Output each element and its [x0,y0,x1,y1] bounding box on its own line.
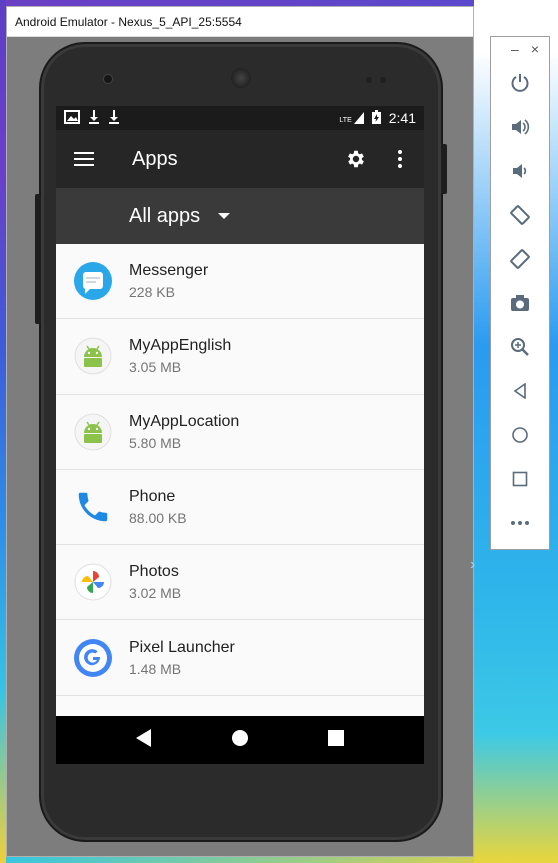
volume-down-icon[interactable] [491,149,549,193]
list-item-phone[interactable]: Phone 88.00 KB [56,470,424,546]
list-item-myappenglish[interactable]: MyAppEnglish 3.05 MB [56,319,424,395]
download-icon [88,109,100,127]
more-icon[interactable] [491,501,549,545]
app-name: MyAppEnglish [129,337,232,355]
volume-up-icon[interactable] [491,105,549,149]
photos-icon [73,562,113,602]
app-name: Pixel Launcher [129,638,235,656]
app-size: 1.48 MB [129,660,182,677]
app-size: 3.02 MB [129,585,182,602]
app-size: 3.05 MB [129,359,182,376]
back-icon[interactable] [491,369,549,413]
messenger-icon [73,261,113,301]
app-bar: Apps [56,130,424,188]
download-icon [108,109,120,127]
dropdown-arrow-icon [218,213,231,219]
list-item-messenger[interactable]: Messenger 228 KB [56,244,424,320]
app-name: Phone [129,488,176,506]
phone-device: LTE 2:41 Apps All apps Messenger 228 KB … [35,42,447,842]
page-title: Apps [132,147,178,170]
window-title: Android Emulator - Nexus_5_API_25:5554 [15,14,242,29]
app-name: Photos [129,563,179,581]
clock: 2:41 [388,110,416,126]
power-side-button [441,144,447,194]
phone-icon [73,487,113,527]
overflow-menu-icon[interactable] [378,137,422,181]
sensors [366,77,390,83]
app-name: Messenger [129,262,209,280]
google-icon [73,638,113,678]
app-list: Messenger 228 KB MyAppEnglish 3.05 MB My… [56,244,424,696]
lte-label: LTE [339,117,352,124]
app-name: MyAppLocation [129,412,240,430]
close-button[interactable]: × [531,41,539,57]
app-filter-dropdown[interactable]: All apps [56,188,424,244]
toolbar-drag-handle-icon[interactable]: › [470,556,475,574]
minimize-button[interactable]: – [511,41,519,57]
menu-icon[interactable] [62,137,106,181]
overview-nav-icon[interactable] [328,729,345,751]
navigation-bar [56,716,424,764]
emulator-title-bar[interactable]: Android Emulator - Nexus_5_API_25:5554 [7,7,473,37]
list-item-pixel-launcher[interactable]: Pixel Launcher 1.48 MB [56,620,424,696]
app-size: 228 KB [129,284,175,301]
volume-side-button [35,194,41,324]
android-icon [73,336,113,376]
lte-signal-icon: LTE [339,112,364,124]
filter-label: All apps [129,204,201,227]
rotate-left-icon[interactable] [491,193,549,237]
emulator-toolbar: – × [490,36,550,550]
list-item-photos[interactable]: Photos 3.02 MB [56,545,424,621]
camera-icon[interactable] [491,281,549,325]
app-size: 5.80 MB [129,434,182,451]
home-icon[interactable] [491,413,549,457]
image-notification-icon [64,109,80,127]
battery-icon [371,109,381,127]
back-nav-icon[interactable] [135,728,152,752]
android-icon [73,412,113,452]
zoom-icon[interactable] [491,325,549,369]
speaker-grille-icon [231,68,251,88]
power-icon[interactable] [491,61,549,105]
home-nav-icon[interactable] [231,729,249,752]
phone-screen: LTE 2:41 Apps All apps Messenger 228 KB … [56,106,424,764]
app-size: 88.00 KB [129,510,187,527]
rotate-right-icon[interactable] [491,237,549,281]
list-item-myapplocation[interactable]: MyAppLocation 5.80 MB [56,395,424,470]
emulator-window: Android Emulator - Nexus_5_API_25:5554 L… [6,6,474,857]
status-bar: LTE 2:41 [56,106,424,130]
settings-gear-icon[interactable] [334,137,378,181]
front-camera-icon [103,74,113,84]
overview-icon[interactable] [491,457,549,501]
